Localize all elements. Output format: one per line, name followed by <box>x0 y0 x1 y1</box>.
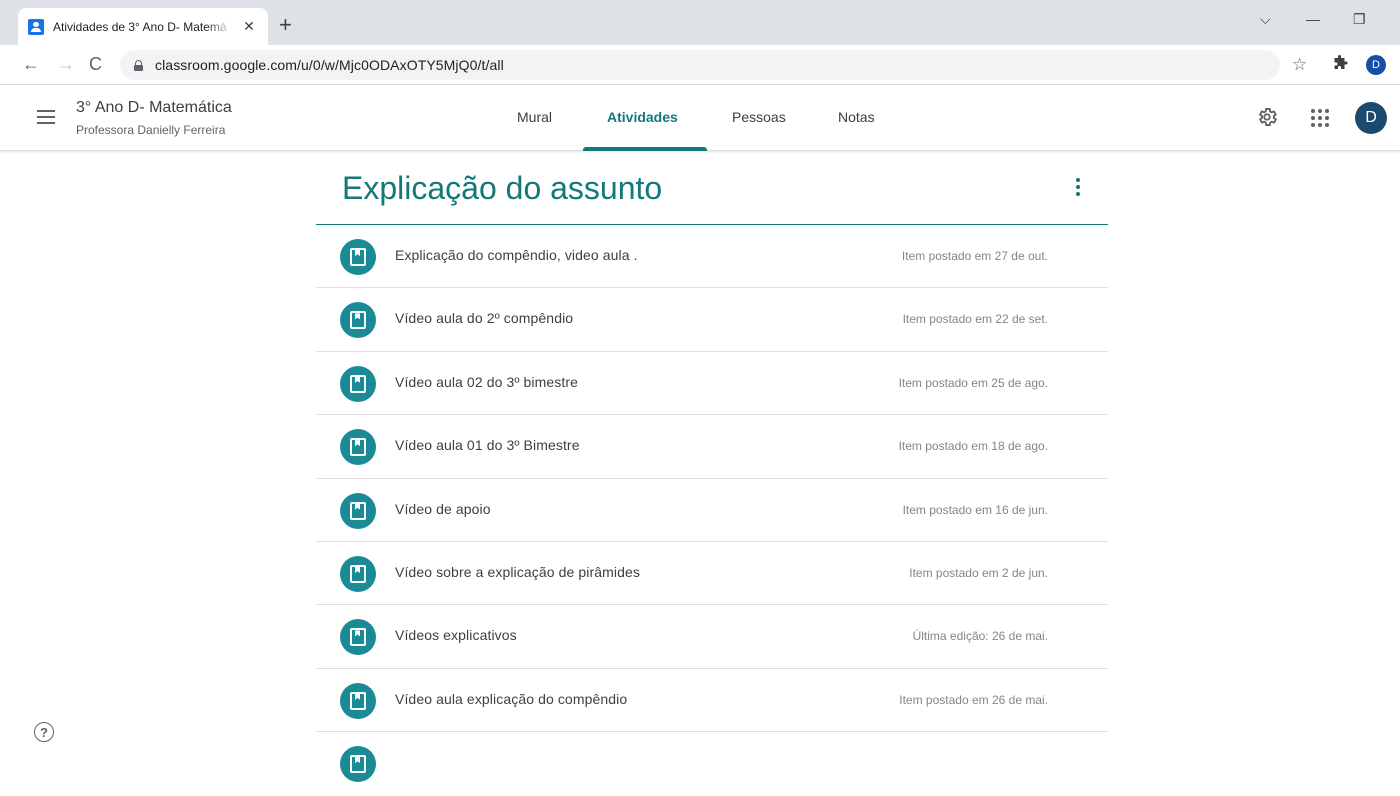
google-apps-icon[interactable] <box>1311 109 1329 127</box>
browser-tabstrip: Atividades de 3° Ano D- Matemá ✕ + ⌵ — ❐ <box>0 0 1400 45</box>
tab-pessoas[interactable]: Pessoas <box>732 109 786 125</box>
browser-tab-title: Atividades de 3° Ano D- Matemá <box>53 19 227 34</box>
active-tab-indicator <box>583 147 707 151</box>
material-bookmark-icon <box>340 365 376 402</box>
lock-icon[interactable] <box>134 59 143 71</box>
classroom-header: 3° Ano D- Matemática Professora Danielly… <box>0 85 1400 151</box>
tab-notas[interactable]: Notas <box>838 109 875 125</box>
list-item[interactable]: Vídeo aula explicação do compêndio Item … <box>316 669 1108 733</box>
help-icon[interactable]: ? <box>34 722 54 742</box>
close-tab-icon[interactable]: ✕ <box>240 18 258 35</box>
tab-atividades[interactable]: Atividades <box>607 109 678 125</box>
material-title[interactable]: Vídeos explicativos <box>395 627 517 643</box>
material-title[interactable]: Vídeo aula explicação do compêndio <box>395 691 627 707</box>
address-bar[interactable]: classroom.google.com/u/0/w/Mjc0ODAxOTY5M… <box>120 50 1280 80</box>
list-item[interactable]: Vídeo aula do 2º compêndio Item postado … <box>316 288 1108 352</box>
list-item[interactable]: Vídeo sobre a explicação de pirâmides It… <box>316 542 1108 606</box>
browser-profile-avatar[interactable]: D <box>1366 55 1386 75</box>
list-item[interactable]: Vídeo de apoio Item postado em 16 de jun… <box>316 479 1108 542</box>
material-title[interactable]: Vídeo aula 02 do 3º bimestre <box>395 374 578 390</box>
material-bookmark-icon <box>340 682 376 719</box>
material-title[interactable]: Explicação do compêndio, video aula . <box>395 247 638 263</box>
url-text[interactable]: classroom.google.com/u/0/w/Mjc0ODAxOTY5M… <box>155 57 504 73</box>
material-title[interactable]: Vídeo sobre a explicação de pirâmides <box>395 564 640 580</box>
minimize-button[interactable]: — <box>1306 11 1320 27</box>
bookmark-star-icon[interactable]: ☆ <box>1292 55 1307 75</box>
material-bookmark-icon <box>340 492 376 529</box>
list-item[interactable] <box>316 732 1108 795</box>
browser-tab[interactable]: Atividades de 3° Ano D- Matemá ✕ <box>18 8 268 45</box>
material-date: Última edição: 26 de mai. <box>912 629 1048 644</box>
material-date: Item postado em 16 de jun. <box>902 502 1048 517</box>
back-arrow-icon[interactable]: ← <box>22 54 40 74</box>
list-item[interactable]: Vídeo aula 02 do 3º bimestre Item postad… <box>316 352 1108 416</box>
topic-title: Explicação do assunto <box>342 170 663 206</box>
list-item[interactable]: Vídeo aula 01 do 3º Bimestre Item postad… <box>316 415 1108 479</box>
material-date: Item postado em 2 de jun. <box>909 565 1048 580</box>
topic-header: Explicação do assunto <box>316 152 1108 225</box>
material-bookmark-icon <box>340 746 376 783</box>
material-bookmark-icon <box>340 239 376 275</box>
extensions-puzzle-icon[interactable] <box>1332 55 1348 77</box>
gear-icon[interactable] <box>1256 106 1278 128</box>
tab-mural[interactable]: Mural <box>517 109 552 125</box>
restore-button[interactable]: ❐ <box>1353 11 1366 28</box>
class-nav-tabs: Mural Atividades Pessoas Notas <box>0 85 1400 151</box>
list-item[interactable]: Vídeos explicativos Última edição: 26 de… <box>316 605 1108 669</box>
new-tab-button[interactable]: + <box>279 14 292 36</box>
material-bookmark-icon <box>340 619 376 656</box>
material-list: Explicação do compêndio, video aula . It… <box>316 225 1108 796</box>
material-title[interactable]: Vídeo aula do 2º compêndio <box>395 310 573 326</box>
material-date: Item postado em 27 de out. <box>901 249 1048 263</box>
forward-arrow-icon[interactable]: → <box>57 54 75 74</box>
material-title[interactable]: Vídeo aula 01 do 3º Bimestre <box>395 437 580 453</box>
avatar[interactable]: D <box>1355 102 1387 134</box>
material-date: Item postado em 26 de mai. <box>899 692 1048 707</box>
classroom-favicon-icon <box>28 18 44 35</box>
material-title[interactable]: Vídeo de apoio <box>395 501 491 517</box>
tab-search-icon[interactable]: ⌵ <box>1260 11 1271 28</box>
material-date: Item postado em 22 de set. <box>902 312 1048 327</box>
more-options-icon[interactable] <box>1076 178 1080 198</box>
material-date: Item postado em 18 de ago. <box>898 439 1048 454</box>
material-bookmark-icon <box>340 429 376 466</box>
material-bookmark-icon <box>340 555 376 592</box>
reload-icon[interactable]: C <box>89 54 102 74</box>
material-date: Item postado em 25 de ago. <box>898 375 1048 390</box>
list-item[interactable]: Explicação do compêndio, video aula . It… <box>316 225 1108 289</box>
browser-toolbar: ← → C classroom.google.com/u/0/w/Mjc0ODA… <box>0 45 1400 85</box>
material-bookmark-icon <box>340 302 376 339</box>
